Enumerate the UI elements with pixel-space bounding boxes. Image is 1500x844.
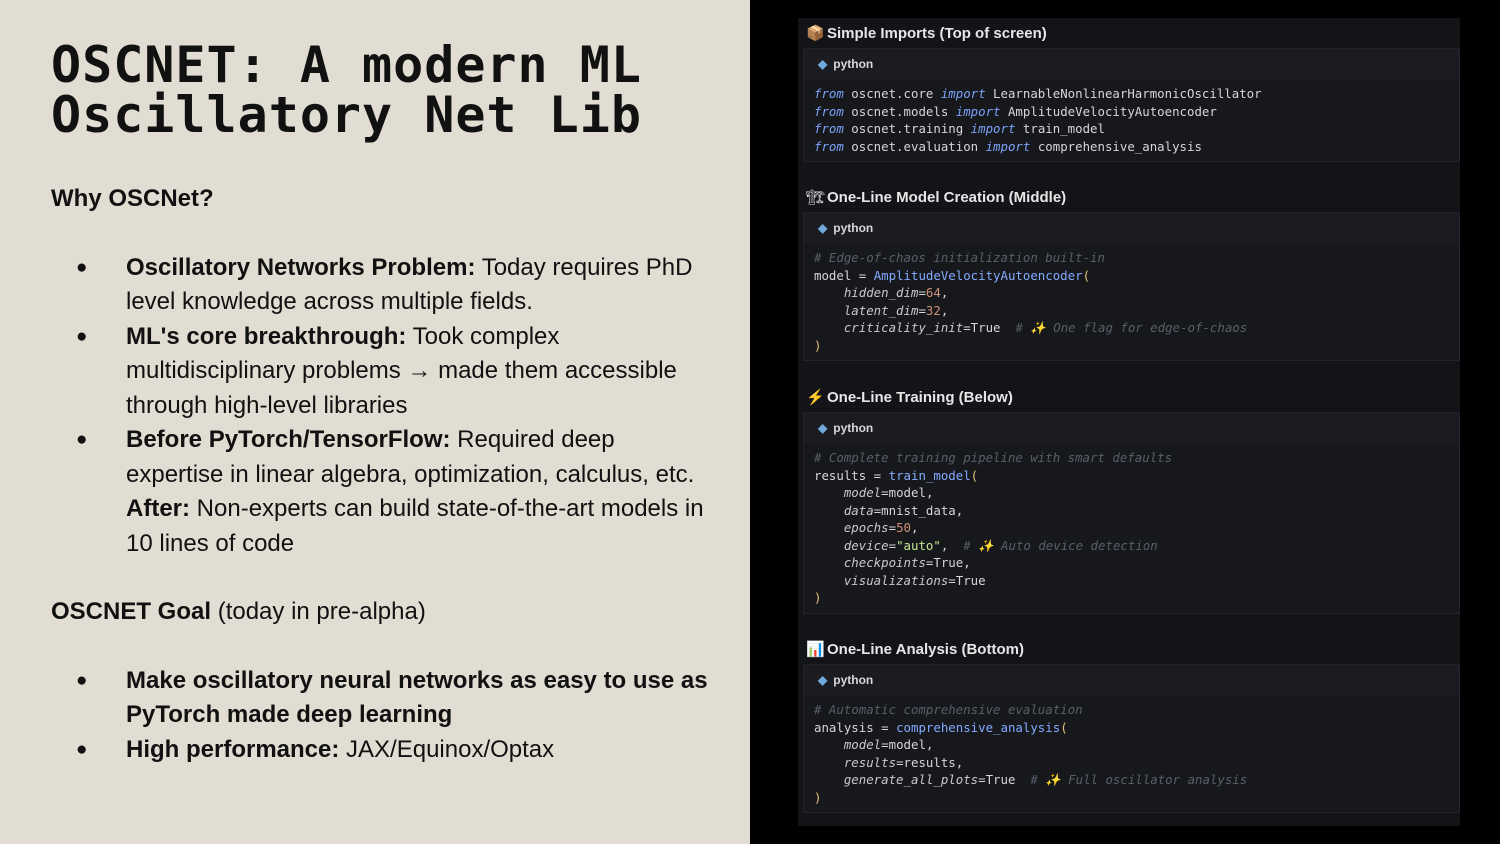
code-line: model = AmplitudeVelocityAutoencoder( <box>814 267 1091 283</box>
slide-title: OSCNET: A modern ML Oscillatory Net Lib <box>51 40 642 140</box>
building-icon: 🏗 <box>806 189 826 206</box>
code-line: device="auto", # ✨ Auto device detection <box>843 537 1158 553</box>
why-item-1: ● Oscillatory Networks Problem: Today req… <box>51 251 711 320</box>
goal-item-2: ● High performance: JAX/Equinox/Optax <box>51 733 711 768</box>
code-line: hidden_dim=64, <box>843 285 949 300</box>
right-panel: 📦 Simple Imports (Top of screen) ◆ python … <box>750 0 1500 844</box>
code-analysis: # Automatic comprehensive evaluation ana… <box>814 702 1248 805</box>
code-imports: from oscnet.core import LearnableNonline… <box>804 79 1459 161</box>
code-line: analysis = comprehensive_analysis( <box>814 719 1068 735</box>
python-lang-icon: ◆ <box>818 673 828 687</box>
section-title-analysis: 📊 One-Line Analysis (Bottom) <box>806 641 1024 658</box>
code-line: results = train_model( <box>814 467 979 483</box>
code-lang-header: ◆ python <box>804 665 1459 695</box>
code-line: epochs=50, <box>843 520 919 535</box>
code-line: model=model, <box>843 485 934 500</box>
code-block-analysis: ◆ python # Automatic comprehensive evalua… <box>803 664 1460 813</box>
code-line: criticality_init=True # ✨ One flag for e… <box>843 320 1248 335</box>
goal-heading: OSCNET Goal (today in pre-alpha) <box>51 598 426 625</box>
code-line: from oscnet.core import LearnableNonline… <box>814 86 1262 101</box>
python-lang-icon: ◆ <box>818 221 828 235</box>
section-title-model: 🏗 One-Line Model Creation (Middle) <box>806 189 1067 206</box>
goal-list: ● Make oscillatory neural networks as eas… <box>51 664 711 768</box>
code-line: from oscnet.models import AmplitudeVeloc… <box>814 103 1217 119</box>
section-title-training: ⚡ One-Line Training (Below) <box>806 389 1013 406</box>
code-model: # Edge-of-chaos initialization built-in … <box>814 250 1248 353</box>
title-line-1: OSCNET: A modern ML <box>51 36 642 94</box>
code-screenshot: 📦 Simple Imports (Top of screen) ◆ python … <box>798 18 1460 826</box>
why-item-2: ● ML's core breakthrough: Took complex mu… <box>51 320 711 424</box>
code-line: generate_all_plots=True # ✨ Full oscilla… <box>843 772 1248 787</box>
left-body: Why OSCNet? ● Oscillatory Networks Proble… <box>51 182 711 801</box>
code-comment: # Automatic comprehensive evaluation <box>814 702 1083 717</box>
code-block-imports: ◆ python from oscnet.core import Learnabl… <box>803 48 1460 162</box>
package-icon: 📦 <box>806 25 825 42</box>
python-lang-icon: ◆ <box>818 421 828 435</box>
goal-item-1: ● Make oscillatory neural networks as eas… <box>51 664 711 733</box>
code-line: data=mnist_data, <box>843 502 964 518</box>
title-line-2: Oscillatory Net Lib <box>51 86 642 144</box>
lightning-icon: ⚡ <box>806 389 825 406</box>
code-lang-header: ◆ python <box>804 49 1459 79</box>
section-title-imports: 📦 Simple Imports (Top of screen) <box>806 25 1047 42</box>
code-line: checkpoints=True, <box>843 555 971 570</box>
why-item-3: ● Before PyTorch/TensorFlow: Required dee… <box>51 423 711 561</box>
bullet-dot: ● <box>76 738 88 760</box>
code-lang-header: ◆ python <box>804 213 1459 243</box>
code-training: # Complete training pipeline with smart … <box>814 450 1173 605</box>
chart-icon: 📊 <box>806 641 825 658</box>
code-line: model=model, <box>843 737 934 752</box>
bullet-dot: ● <box>76 669 88 691</box>
code-line: latent_dim=32, <box>843 302 949 318</box>
why-heading: Why OSCNet? <box>51 185 214 212</box>
code-comment: # Complete training pipeline with smart … <box>814 450 1173 465</box>
code-line: results=results, <box>843 754 964 770</box>
code-line: from oscnet.evaluation import comprehens… <box>814 138 1202 154</box>
bullet-dot: ● <box>76 325 88 347</box>
bullet-dot: ● <box>76 429 88 450</box>
code-block-model: ◆ python # Edge-of-chaos initialization b… <box>803 212 1460 361</box>
left-panel: OSCNET: A modern ML Oscillatory Net Lib … <box>0 0 750 844</box>
python-lang-icon: ◆ <box>818 57 828 71</box>
bullet-dot: ● <box>76 256 88 278</box>
code-line: visualizations=True <box>843 572 986 588</box>
code-line: from oscnet.training import train_model <box>814 121 1105 136</box>
code-lang-header: ◆ python <box>804 413 1459 443</box>
code-comment: # Edge-of-chaos initialization built-in <box>814 250 1105 265</box>
code-block-training: ◆ python # Complete training pipeline wit… <box>803 412 1460 614</box>
why-list: ● Oscillatory Networks Problem: Today req… <box>51 251 711 562</box>
